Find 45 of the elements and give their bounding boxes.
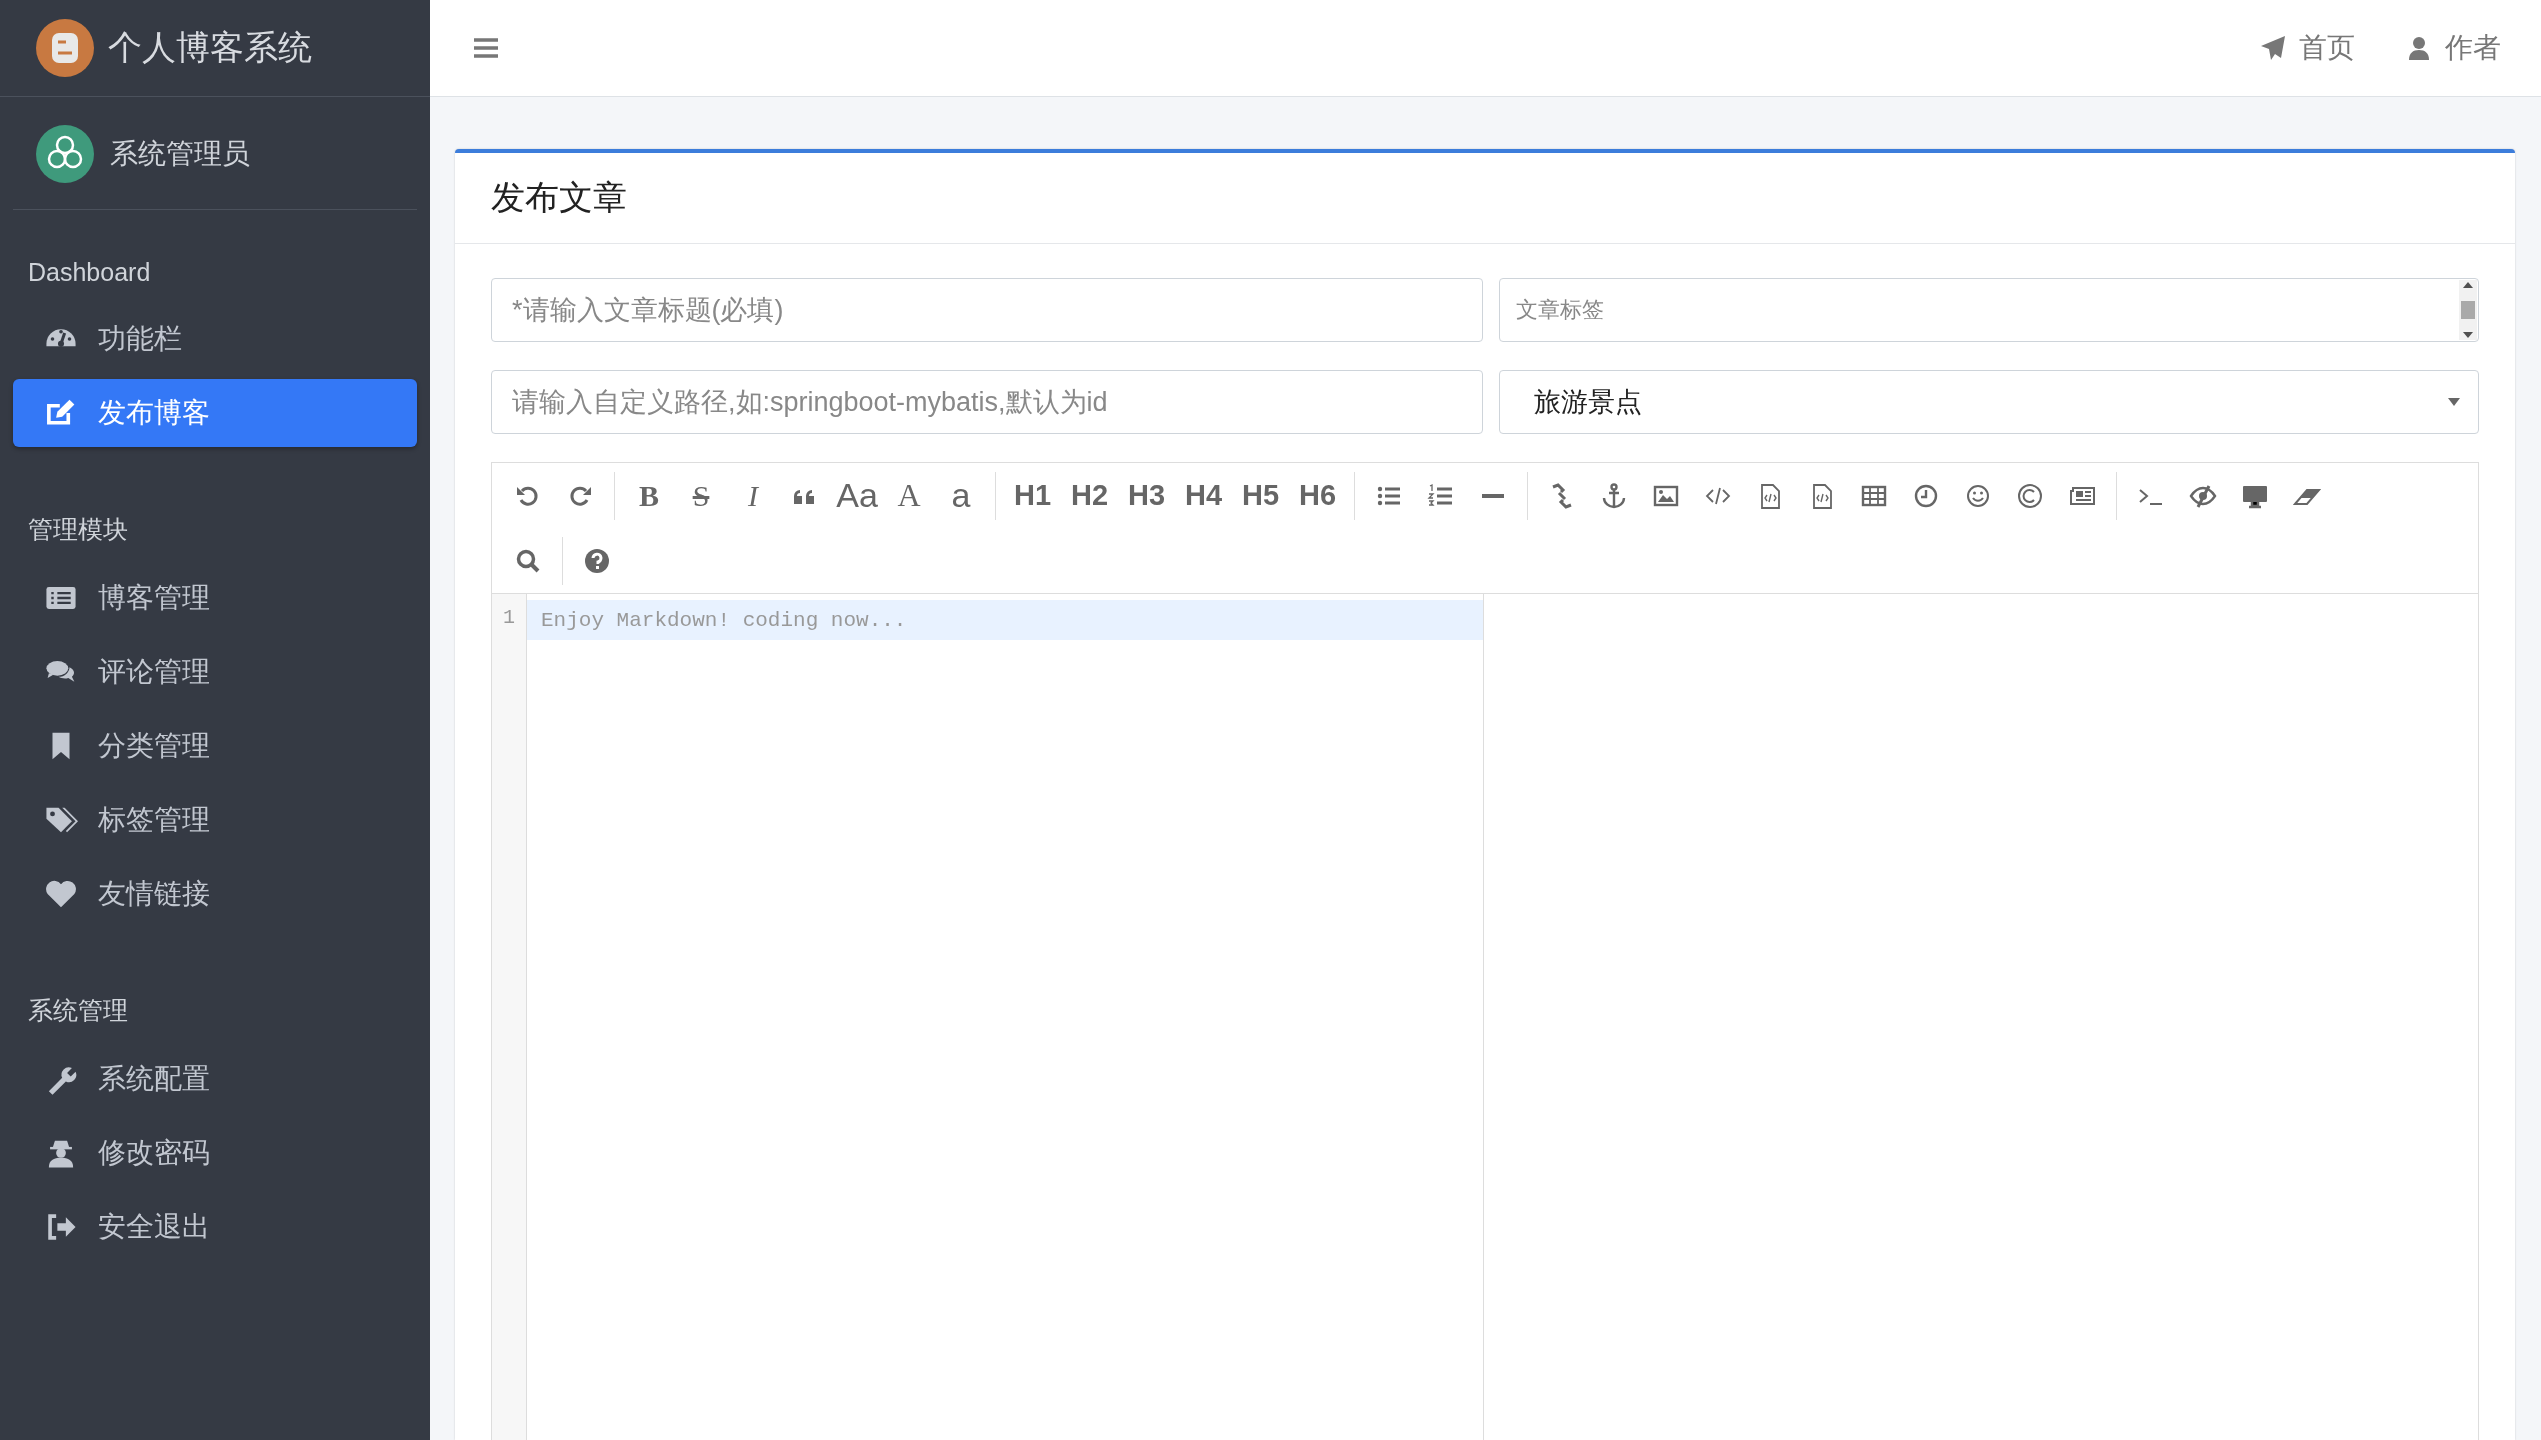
line-number: 1 [503,605,515,631]
brand-title: 个人博客系统 [108,27,312,68]
logo-icon [36,19,94,77]
heading-button[interactable]: H2 [1061,471,1118,520]
scrollbar[interactable] [2459,280,2477,340]
format-button[interactable]: Aa [831,471,883,520]
section-heading: 系统管理 [27,995,129,1026]
heading-button[interactable]: H3 [1118,471,1175,520]
format-button[interactable]: A [883,471,935,520]
format-button[interactable]: S [675,471,727,520]
sidebar-item[interactable]: 友情链接 [13,860,417,928]
tags-input[interactable]: 文章标签 [1499,278,2479,342]
paper-plane-icon [2259,34,2287,62]
format-button[interactable]: B [623,471,675,520]
sidebar-item[interactable]: 安全退出 [13,1193,417,1261]
card-title: 发布文章 [455,153,2515,244]
sidebar-item[interactable]: 修改密码 [13,1119,417,1187]
sidebar-item[interactable]: 标签管理 [13,786,417,854]
nav-link[interactable]: 首页 [2259,29,2355,67]
section-heading: 管理模块 [27,514,129,545]
sidebar-item[interactable]: 发布博客 [13,379,417,447]
format-button[interactable]: I [727,471,779,520]
help-icon[interactable] [583,546,611,575]
sidebar-item[interactable]: 功能栏 [13,305,417,373]
heading-button[interactable]: H5 [1232,471,1289,520]
sidebar-item[interactable]: 评论管理 [13,638,417,706]
user-name: 系统管理员 [110,137,250,171]
heading-button[interactable]: H6 [1289,471,1346,520]
anchor-icon[interactable] [1600,481,1628,510]
caret-icon [2448,398,2460,406]
copyright-icon[interactable] [2016,481,2044,510]
section-heading: Dashboard [27,257,152,288]
avatar-icon [36,125,94,183]
sidebar-item[interactable]: 系统配置 [13,1045,417,1113]
title-input[interactable]: *请输入文章标题(必填) [491,278,1483,342]
path-input[interactable]: 请输入自定义路径,如:springboot-mybatis,默认为id [491,370,1483,434]
nav-link[interactable]: 作者 [2405,29,2501,67]
heading-button[interactable]: H4 [1175,471,1232,520]
editor-placeholder: Enjoy Markdown! coding now... [541,608,907,632]
menu-icon[interactable] [472,36,500,60]
sidebar-item[interactable]: 博客管理 [13,564,417,632]
sidebar-item[interactable]: 分类管理 [13,712,417,780]
format-button[interactable]: a [935,471,987,520]
heading-button[interactable]: H1 [1004,471,1061,520]
category-select[interactable]: 旅游景点 [1499,370,2479,434]
